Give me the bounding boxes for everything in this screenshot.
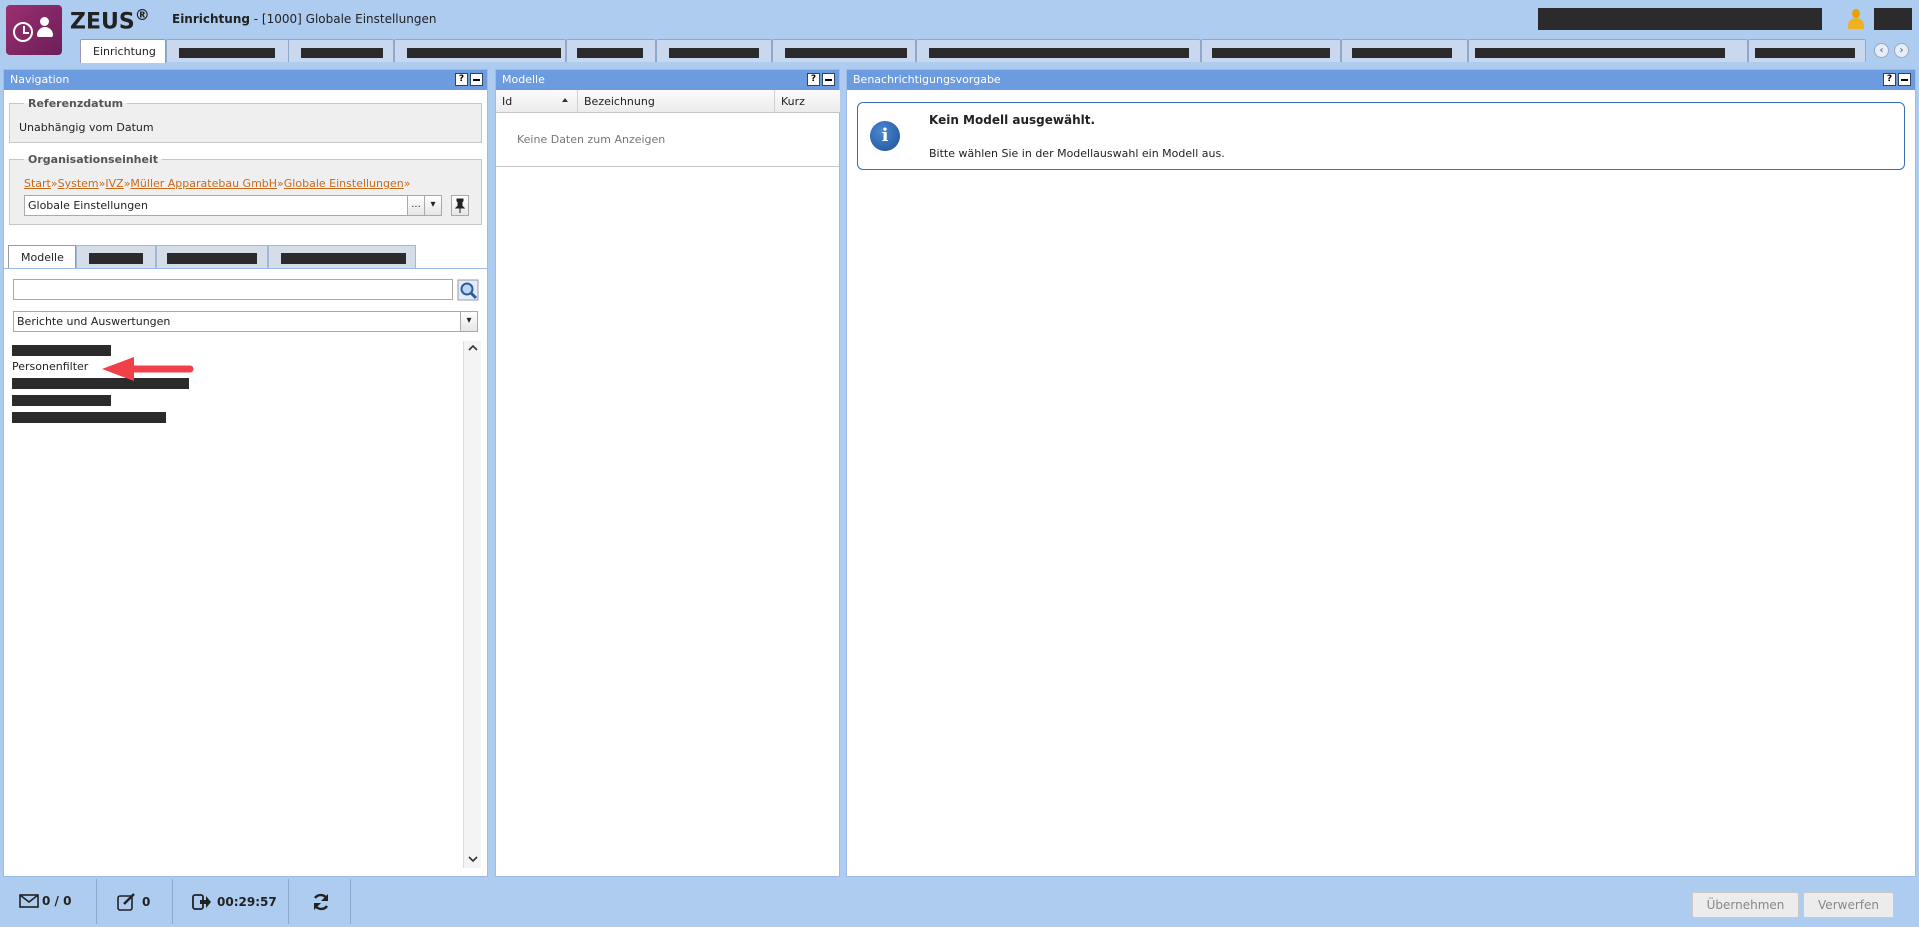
breadcrumb-system[interactable]: System [58,177,99,190]
list-item-redacted-4[interactable] [12,412,166,426]
tab-redacted-c[interactable] [268,245,416,268]
navigation-panel-header: Navigation ? [4,70,487,90]
breadcrumb-globale[interactable]: Globale Einstellungen [284,177,404,190]
tab-modelle[interactable]: Modelle [8,245,76,269]
category-dropdown-icon[interactable]: ▾ [460,311,478,332]
sort-asc-icon [561,96,569,104]
more-button[interactable]: ... [407,195,425,216]
models-panel: Modelle ? Id Bezeichnung Kurz Keine Date… [495,69,840,877]
tab-redacted-2[interactable] [288,39,394,62]
info-title: Kein Modell ausgewählt. [929,113,1096,127]
tab-redacted-10[interactable] [1468,39,1748,62]
pin-icon[interactable] [451,195,469,216]
clock-icon [13,22,33,42]
redacted-user-field [1538,8,1822,30]
tab-redacted-6[interactable] [772,39,916,62]
column-kurz[interactable]: Kurz [775,90,840,113]
tab-scroll-right-icon[interactable]: › [1894,43,1909,58]
help-icon[interactable]: ? [807,73,820,86]
scroll-up-icon[interactable] [467,343,479,353]
empty-text: Keine Daten zum Anzeigen [517,133,666,146]
models-table-body: Keine Daten zum Anzeigen [496,113,839,167]
footer-separator [350,879,351,924]
minimize-icon[interactable] [1898,73,1911,86]
search-icon[interactable] [457,279,479,301]
people-icon [35,17,55,39]
tab-einrichtung[interactable]: Einrichtung [80,39,166,63]
org-dropdown-icon[interactable]: ▾ [424,195,442,216]
refresh-icon[interactable] [311,892,331,912]
breadcrumb-start[interactable]: Start [24,177,51,190]
footer-separator [288,879,289,924]
tab-redacted-4[interactable] [566,39,656,62]
breadcrumb-ivz[interactable]: IVZ [105,177,123,190]
top-tab-strip: Einrichtung [80,39,1880,63]
models-table-header: Id Bezeichnung Kurz [496,90,840,113]
notify-panel: Benachrichtigungsvorgabe ? i Kein Modell… [846,69,1916,877]
tab-redacted-11[interactable] [1748,39,1866,62]
edit-icon [117,893,135,911]
logout-icon [192,894,211,910]
tab-redacted-5[interactable] [656,39,772,62]
tab-redacted-8[interactable] [1201,39,1341,62]
minimize-icon[interactable] [470,73,483,86]
breadcrumb: Start»System»IVZ»Müller Apparatebau GmbH… [24,177,411,190]
help-icon[interactable]: ? [1883,73,1896,86]
info-message: i Kein Modell ausgewählt. Bitte wählen S… [857,102,1905,170]
tab-redacted-b[interactable] [156,245,268,268]
info-text: Bitte wählen Sie in der Modellauswahl ei… [929,147,1225,160]
list-item-personenfilter[interactable]: Personenfilter [12,360,88,373]
list-item-redacted-3[interactable] [12,395,111,409]
apply-button[interactable]: Übernehmen [1692,892,1799,918]
referenzdatum-value: Unabhängig vom Datum [19,121,154,134]
footer-separator [96,879,97,924]
search-input[interactable] [13,279,453,300]
column-bezeichnung[interactable]: Bezeichnung [578,90,775,113]
tab-scroll-left-icon[interactable]: ‹ [1874,43,1889,58]
user-icon[interactable] [1848,9,1864,29]
tab-redacted-9[interactable] [1341,39,1468,62]
tab-underline [4,268,488,269]
notify-panel-header: Benachrichtigungsvorgabe ? [847,70,1915,90]
tab-redacted-7[interactable] [916,39,1201,62]
breadcrumb-mueller[interactable]: Müller Apparatebau GmbH [130,177,277,190]
tab-redacted-a[interactable] [76,245,156,268]
minimize-icon[interactable] [822,73,835,86]
organisationseinheit-input[interactable]: Globale Einstellungen [24,195,408,216]
redacted-user-name [1874,8,1912,30]
mail-icon [19,894,39,908]
session-timer: 00:29:57 [192,893,277,911]
column-id[interactable]: Id [496,90,578,113]
annotation-arrow [100,356,196,382]
category-select[interactable]: Berichte und Auswertungen [13,311,461,332]
scroll-down-icon[interactable] [467,854,479,864]
organisationseinheit-legend: Organisationseinheit [28,153,158,166]
footer-separator [172,879,173,924]
edits-status[interactable]: 0 [117,893,150,911]
info-icon: i [870,121,900,151]
list-scrollbar[interactable] [463,341,481,868]
tab-redacted-3[interactable] [394,39,566,62]
messages-status[interactable]: 0 / 0 [19,893,71,909]
list-item-redacted-1[interactable] [12,345,111,359]
discard-button[interactable]: Verwerfen [1803,892,1894,918]
help-icon[interactable]: ? [455,73,468,86]
referenzdatum-legend: Referenzdatum [28,97,124,110]
models-panel-header: Modelle ? [496,70,839,90]
page-title: Einrichtung - [1000] Globale Einstellung… [172,12,437,26]
zeus-logo [6,5,62,55]
referenzdatum-group: Referenzdatum [9,97,482,143]
app-brand: ZEUS® [70,6,150,35]
